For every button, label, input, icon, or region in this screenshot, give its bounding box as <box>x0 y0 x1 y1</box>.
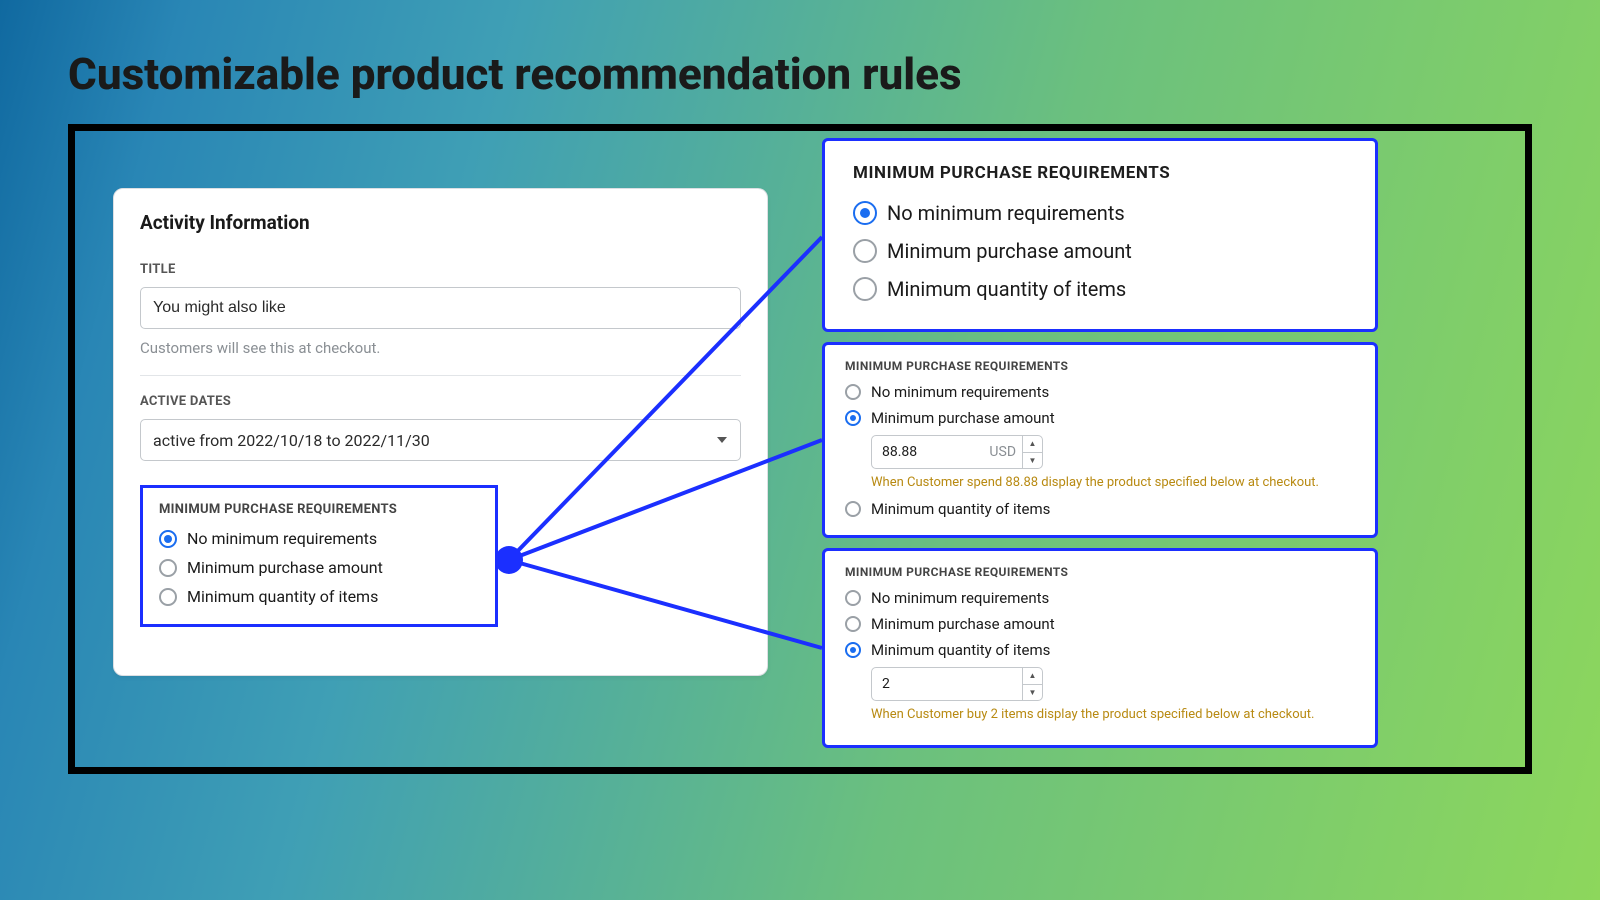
radio-label: Minimum purchase amount <box>887 239 1132 263</box>
mpr-highlight-box: MINIMUM PURCHASE REQUIREMENTS No minimum… <box>140 485 498 627</box>
radio-icon <box>845 410 861 426</box>
panel-min-qty: MINIMUM PURCHASE REQUIREMENTS No minimum… <box>822 548 1378 748</box>
radio-no-minimum[interactable]: No minimum requirements <box>853 201 1347 225</box>
radio-no-minimum[interactable]: No minimum requirements <box>845 383 1355 401</box>
radio-icon <box>853 239 877 263</box>
activity-information-card: Activity Information TITLE Customers wil… <box>113 188 768 676</box>
mpr-heading: MINIMUM PURCHASE REQUIREMENTS <box>845 359 1355 373</box>
radio-label: No minimum requirements <box>871 383 1049 401</box>
stepper-up-icon[interactable]: ▲ <box>1023 436 1042 453</box>
radio-min-qty[interactable]: Minimum quantity of items <box>845 641 1355 659</box>
radio-label: Minimum purchase amount <box>871 409 1055 427</box>
title-helper-text: Customers will see this at checkout. <box>140 339 741 357</box>
panel-min-amount: MINIMUM PURCHASE REQUIREMENTS No minimum… <box>822 342 1378 538</box>
mpr-heading: MINIMUM PURCHASE REQUIREMENTS <box>159 502 479 517</box>
stepper[interactable]: ▲ ▼ <box>1022 668 1042 700</box>
title-input[interactable] <box>140 287 741 329</box>
stepper-up-icon[interactable]: ▲ <box>1023 668 1042 685</box>
amount-value: 88.88 <box>882 444 989 460</box>
radio-icon <box>853 201 877 225</box>
active-dates-label: ACTIVE DATES <box>140 394 741 409</box>
radio-label: Minimum quantity of items <box>871 500 1050 518</box>
radio-min-amount[interactable]: Minimum purchase amount <box>845 615 1355 633</box>
qty-hint: When Customer buy 2 items display the pr… <box>871 707 1355 722</box>
radio-min-amount[interactable]: Minimum purchase amount <box>853 239 1347 263</box>
radio-icon <box>845 616 861 632</box>
radio-label: Minimum quantity of items <box>871 641 1050 659</box>
stepper-down-icon[interactable]: ▼ <box>1023 685 1042 701</box>
radio-label: Minimum quantity of items <box>187 587 378 606</box>
amount-unit: USD <box>989 444 1016 460</box>
mpr-heading: MINIMUM PURCHASE REQUIREMENTS <box>853 163 1347 183</box>
radio-label: No minimum requirements <box>887 201 1125 225</box>
radio-label: No minimum requirements <box>187 529 377 548</box>
card-heading: Activity Information <box>140 211 741 234</box>
qty-value: 2 <box>882 676 1042 692</box>
title-field-label: TITLE <box>140 262 741 277</box>
radio-label: Minimum quantity of items <box>887 277 1126 301</box>
chevron-down-icon <box>717 437 727 443</box>
page-title: Customizable product recommendation rule… <box>68 48 962 100</box>
radio-icon <box>853 277 877 301</box>
radio-label: Minimum purchase amount <box>187 558 383 577</box>
radio-min-qty[interactable]: Minimum quantity of items <box>159 587 479 606</box>
panel-no-minimum: MINIMUM PURCHASE REQUIREMENTS No minimum… <box>822 138 1378 332</box>
radio-no-minimum[interactable]: No minimum requirements <box>159 529 479 548</box>
active-dates-value: active from 2022/10/18 to 2022/11/30 <box>153 431 430 450</box>
radio-icon <box>159 559 177 577</box>
radio-label: No minimum requirements <box>871 589 1049 607</box>
active-dates-select[interactable]: active from 2022/10/18 to 2022/11/30 <box>140 419 741 461</box>
amount-input[interactable]: 88.88 USD ▲ ▼ <box>871 435 1043 469</box>
radio-min-amount[interactable]: Minimum purchase amount <box>159 558 479 577</box>
radio-icon <box>845 384 861 400</box>
radio-min-qty[interactable]: Minimum quantity of items <box>853 277 1347 301</box>
radio-icon <box>845 501 861 517</box>
radio-no-minimum[interactable]: No minimum requirements <box>845 589 1355 607</box>
radio-min-qty[interactable]: Minimum quantity of items <box>845 500 1355 518</box>
radio-icon <box>845 590 861 606</box>
amount-hint: When Customer spend 88.88 display the pr… <box>871 475 1355 490</box>
radio-label: Minimum purchase amount <box>871 615 1055 633</box>
qty-input[interactable]: 2 ▲ ▼ <box>871 667 1043 701</box>
divider <box>140 375 741 376</box>
radio-min-amount[interactable]: Minimum purchase amount <box>845 409 1355 427</box>
mpr-heading: MINIMUM PURCHASE REQUIREMENTS <box>845 565 1355 579</box>
stepper[interactable]: ▲ ▼ <box>1022 436 1042 468</box>
radio-icon <box>845 642 861 658</box>
radio-icon <box>159 588 177 606</box>
stepper-down-icon[interactable]: ▼ <box>1023 453 1042 469</box>
radio-icon <box>159 530 177 548</box>
